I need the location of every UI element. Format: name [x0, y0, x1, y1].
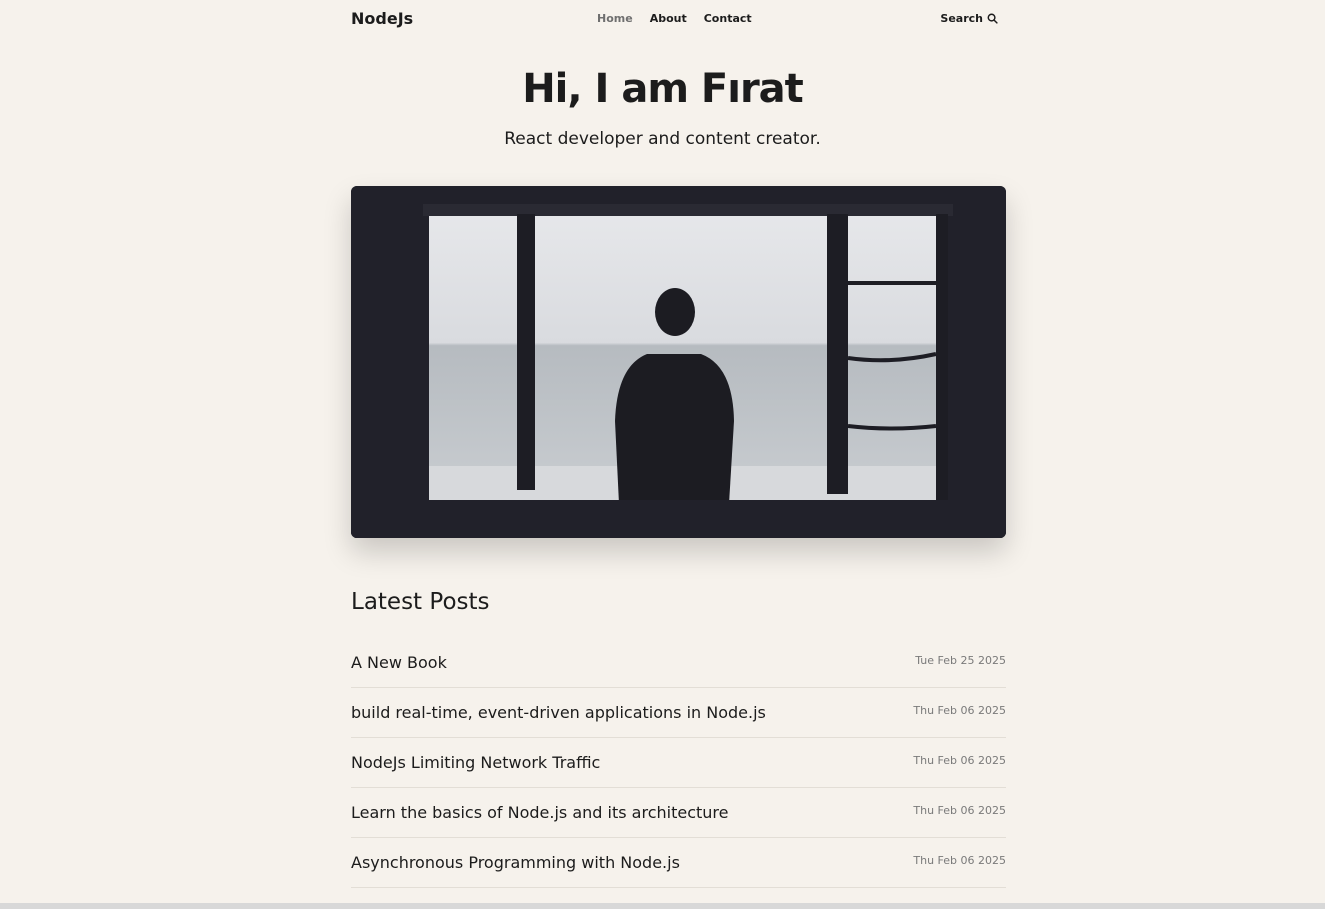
nav-link-contact[interactable]: Contact — [704, 12, 752, 25]
hero-subtitle: React developer and content creator. — [504, 129, 821, 149]
nav-link-home[interactable]: Home — [597, 12, 633, 25]
post-title[interactable]: Asynchronous Programming with Node.js — [351, 853, 680, 872]
post-title[interactable]: build real-time, event-driven applicatio… — [351, 703, 766, 722]
post-item[interactable]: Learn the basics of Node.js and its arch… — [351, 788, 1006, 838]
post-title[interactable]: Learn the basics of Node.js and its arch… — [351, 803, 728, 822]
post-date: Thu Feb 06 2025 — [913, 854, 1006, 867]
post-title[interactable]: NodeJs Limiting Network Traffic — [351, 753, 600, 772]
nav-link-about[interactable]: About — [650, 12, 687, 25]
nav-links: Home About Contact — [597, 12, 769, 25]
window-silhouette-illustration — [351, 186, 1006, 538]
post-item[interactable]: build real-time, event-driven applicatio… — [351, 688, 1006, 738]
hero-image — [351, 186, 1006, 538]
post-date: Tue Feb 25 2025 — [915, 654, 1006, 667]
post-date: Thu Feb 06 2025 — [913, 804, 1006, 817]
post-list: A New Book Tue Feb 25 2025 build real-ti… — [351, 638, 1006, 888]
search-icon — [987, 13, 998, 24]
post-item[interactable]: Asynchronous Programming with Node.js Th… — [351, 838, 1006, 888]
hero-title: Hi, I am Fırat — [522, 66, 804, 112]
post-item[interactable]: A New Book Tue Feb 25 2025 — [351, 638, 1006, 688]
latest-posts-heading: Latest Posts — [351, 589, 490, 615]
post-date: Thu Feb 06 2025 — [913, 754, 1006, 767]
post-item[interactable]: NodeJs Limiting Network Traffic Thu Feb … — [351, 738, 1006, 788]
top-nav: NodeJs Home About Contact Search — [351, 0, 1006, 36]
search-button[interactable]: Search — [940, 12, 998, 25]
site-logo[interactable]: NodeJs — [351, 9, 413, 28]
search-label: Search — [940, 12, 983, 25]
post-title[interactable]: A New Book — [351, 653, 447, 672]
window-bottom-edge — [0, 903, 1325, 909]
post-date: Thu Feb 06 2025 — [913, 704, 1006, 717]
